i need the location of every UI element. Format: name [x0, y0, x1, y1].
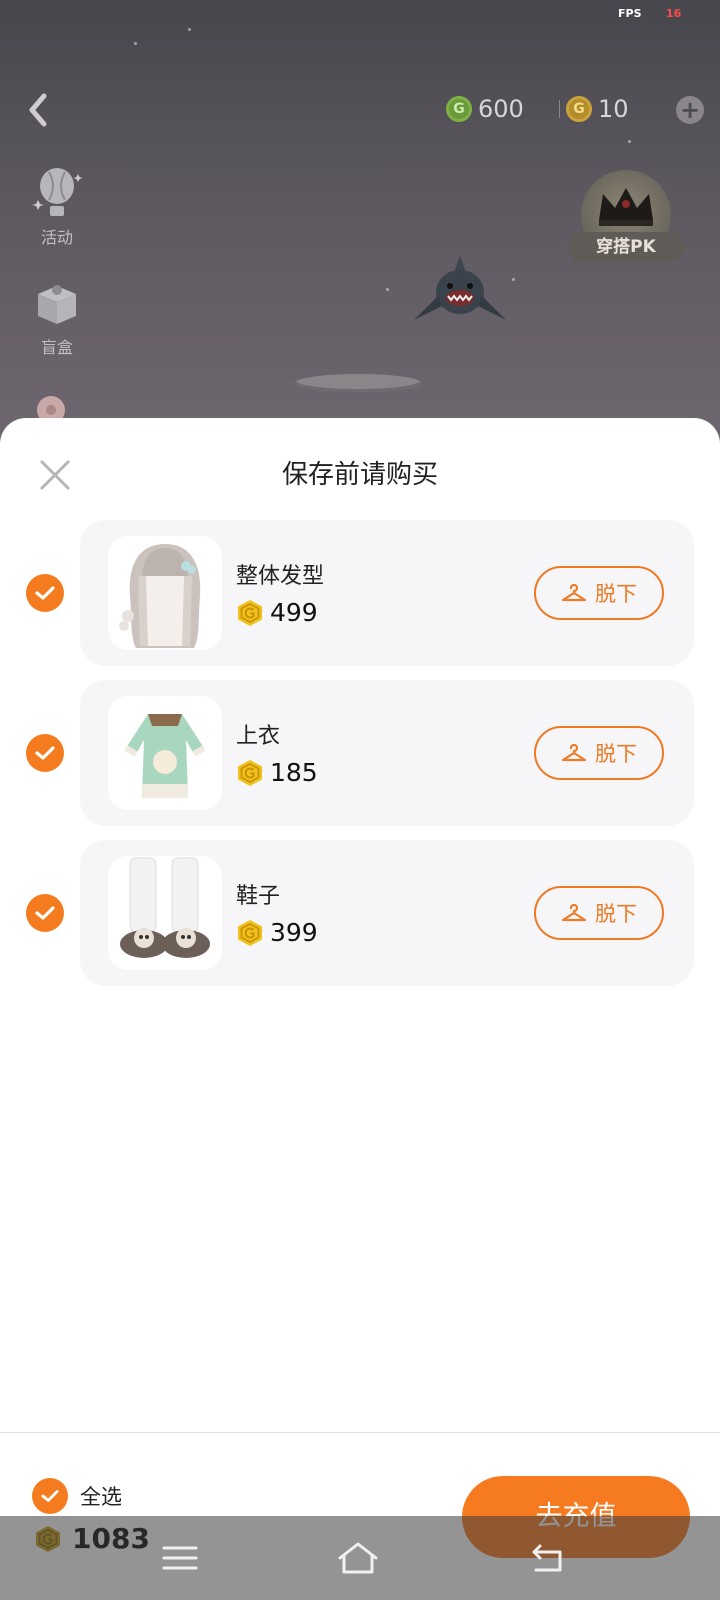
currency-green-amount: 600	[478, 95, 524, 123]
side-menu-blindbox-label: 盲盒	[40, 338, 73, 357]
side-menu-activity[interactable]: 活动	[22, 166, 92, 248]
take-off-button[interactable]: 脱下	[534, 566, 664, 620]
take-off-label: 脱下	[595, 902, 637, 926]
chevron-left-icon[interactable]	[22, 88, 58, 132]
item-name: 鞋子	[236, 884, 281, 909]
star-decor	[512, 278, 515, 281]
item-price: 185	[236, 758, 318, 787]
coin-icon	[238, 919, 262, 946]
item-price: 499	[236, 598, 318, 627]
outfit-pk-label: 穿搭PK	[566, 232, 686, 262]
star-decor	[628, 140, 631, 143]
check-icon	[32, 1478, 68, 1514]
home-icon[interactable]	[336, 1536, 380, 1580]
fps-value: 16	[666, 7, 682, 20]
footer-divider	[0, 1432, 720, 1433]
item-thumbnail	[108, 536, 222, 650]
gift-box-icon	[30, 276, 84, 330]
purchase-item-top: 上衣 185 脱下	[0, 680, 720, 826]
side-menu-blindbox[interactable]: 盲盒	[22, 276, 92, 358]
take-off-label: 脱下	[595, 742, 637, 766]
item-thumbnail	[108, 856, 222, 970]
currency-gold-amount: 10	[598, 95, 629, 123]
select-all-toggle[interactable]: 全选	[32, 1478, 122, 1514]
item-name: 整体发型	[236, 564, 325, 589]
hanger-icon	[561, 903, 587, 922]
take-off-button[interactable]: 脱下	[534, 726, 664, 780]
game-scene: FPS 16 G 600 G 10 + 活动 盲盒 穿搭PK	[0, 0, 720, 440]
item-checkbox[interactable]	[26, 894, 64, 932]
item-card: 整体发型 499 脱下	[80, 520, 694, 666]
outfit-pk-badge[interactable]: 穿搭PK	[566, 170, 686, 270]
sheet-title: 保存前请购买	[281, 460, 438, 490]
select-all-label: 全选	[80, 1485, 122, 1509]
coin-gold-icon: G	[566, 96, 592, 122]
star-decor	[188, 28, 191, 31]
item-card: 上衣 185 脱下	[80, 680, 694, 826]
item-checkbox[interactable]	[26, 574, 64, 612]
shark-character	[412, 252, 508, 328]
system-nav-bar	[0, 1516, 720, 1600]
item-price-value: 185	[270, 758, 318, 787]
fps-label: FPS	[618, 7, 642, 20]
menu-icon[interactable]	[158, 1536, 202, 1580]
back-arrow-icon[interactable]	[526, 1536, 570, 1580]
purchase-item-shoes: 鞋子 399 脱下	[0, 840, 720, 986]
currency-divider	[559, 100, 560, 118]
item-price: 399	[236, 918, 318, 947]
item-thumbnail	[108, 696, 222, 810]
star-decor	[134, 42, 137, 45]
take-off-label: 脱下	[595, 582, 637, 606]
item-price-value: 399	[270, 918, 318, 947]
coin-icon	[238, 599, 262, 626]
item-name: 上衣	[236, 724, 281, 749]
item-checkbox[interactable]	[26, 734, 64, 772]
item-card: 鞋子 399 脱下	[80, 840, 694, 986]
purchase-sheet: 保存前请购买 整体发型 499 脱下 上衣 185 脱下 鞋子 399 脱下	[0, 418, 720, 1600]
currency-green[interactable]: G 600	[446, 92, 524, 126]
item-price-value: 499	[270, 598, 318, 627]
purchase-item-hairstyle: 整体发型 499 脱下	[0, 520, 720, 666]
star-decor	[386, 288, 389, 291]
hanger-icon	[561, 743, 587, 762]
character-platform	[295, 374, 421, 392]
coin-green-icon: G	[446, 96, 472, 122]
coin-icon	[238, 759, 262, 786]
plus-circle-icon[interactable]: +	[676, 96, 704, 124]
take-off-button[interactable]: 脱下	[534, 886, 664, 940]
hanger-icon	[561, 583, 587, 602]
balloon-icon	[30, 166, 84, 220]
flower-icon[interactable]	[28, 388, 74, 424]
side-menu-activity-label: 活动	[40, 228, 73, 247]
currency-gold[interactable]: G 10	[566, 92, 629, 126]
